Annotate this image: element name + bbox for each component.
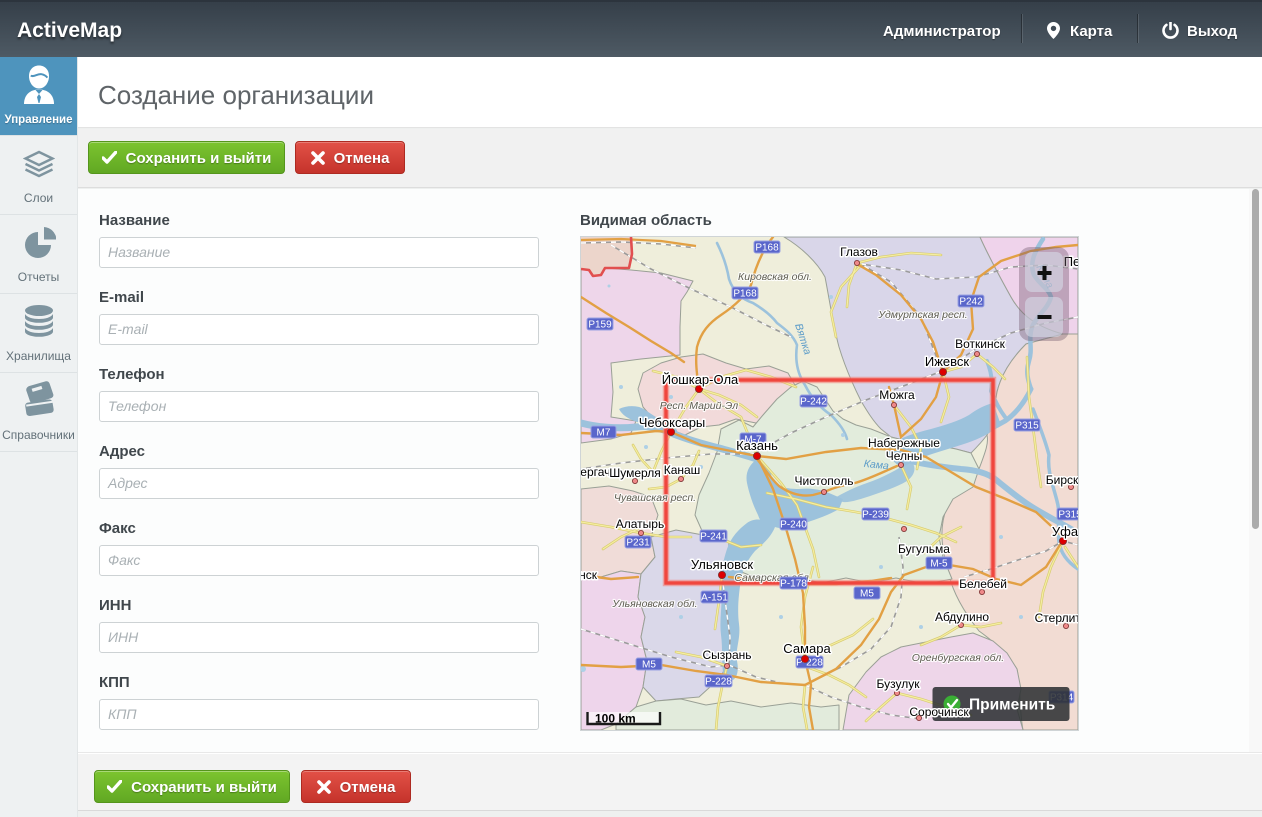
svg-text:М5: М5 xyxy=(642,660,656,671)
svg-text:Стерлита: Стерлита xyxy=(1035,611,1078,625)
svg-text:М5: М5 xyxy=(860,589,874,600)
svg-text:М7: М7 xyxy=(597,428,611,439)
svg-text:Сызрань: Сызрань xyxy=(702,648,751,662)
svg-text:Абдулино: Абдулино xyxy=(935,610,989,624)
svg-text:М-5: М-5 xyxy=(930,559,948,570)
svg-text:Чистополь: Чистополь xyxy=(795,474,854,488)
svg-text:Бузулук: Бузулук xyxy=(877,677,921,691)
svg-text:Шумерля: Шумерля xyxy=(609,466,661,480)
svg-text:Р242: Р242 xyxy=(959,297,983,308)
svg-text:Р-228: Р-228 xyxy=(705,677,732,688)
svg-text:Чувашская респ.: Чувашская респ. xyxy=(614,492,696,504)
svg-text:Р-178: Р-178 xyxy=(780,579,807,590)
svg-text:Челны: Челны xyxy=(886,449,923,463)
svg-text:Применить: Применить xyxy=(969,697,1055,714)
svg-text:нск: нск xyxy=(581,568,598,582)
svg-text:Казань: Казань xyxy=(736,438,778,453)
svg-text:Воткинск: Воткинск xyxy=(955,337,1005,351)
svg-text:Р231: Р231 xyxy=(626,538,650,549)
svg-text:Р168: Р168 xyxy=(755,243,779,254)
svg-text:Ульяновск: Ульяновск xyxy=(691,557,753,572)
svg-text:Р159: Р159 xyxy=(588,320,612,331)
svg-text:Р-228: Р-228 xyxy=(796,658,823,669)
svg-text:Сергач: Сергач xyxy=(581,465,610,479)
svg-text:Ульяновская обл.: Ульяновская обл. xyxy=(611,598,697,610)
svg-text:Р168: Р168 xyxy=(733,289,757,300)
svg-text:Оренбургская обл.: Оренбургская обл. xyxy=(912,652,1004,664)
svg-text:Р315: Р315 xyxy=(1058,510,1078,521)
svg-text:Уфа: Уфа xyxy=(1052,524,1078,539)
svg-text:Респ. Марий-Эл: Респ. Марий-Эл xyxy=(660,400,738,412)
svg-text:Р315: Р315 xyxy=(1015,421,1039,432)
svg-text:Канаш: Канаш xyxy=(664,463,701,477)
svg-text:Ижевск: Ижевск xyxy=(925,354,970,369)
svg-text:Глазов: Глазов xyxy=(840,245,878,259)
svg-text:Р-241: Р-241 xyxy=(700,532,727,543)
svg-text:Р-242: Р-242 xyxy=(800,397,827,408)
svg-text:Бугульма: Бугульма xyxy=(898,542,950,556)
svg-text:Кировская обл.: Кировская обл. xyxy=(738,271,812,283)
svg-text:Алатырь: Алатырь xyxy=(616,517,664,531)
svg-text:Белебей: Белебей xyxy=(959,577,1007,591)
svg-text:Самара: Самара xyxy=(783,641,831,656)
svg-text:100 km: 100 km xyxy=(595,712,636,726)
svg-text:Удмуртская респ.: Удмуртская респ. xyxy=(877,309,967,321)
svg-text:Р-239: Р-239 xyxy=(862,510,889,521)
svg-text:А-151: А-151 xyxy=(701,593,728,604)
svg-text:Можга: Можга xyxy=(879,388,915,402)
svg-text:Набережные: Набережные xyxy=(868,436,940,450)
svg-text:Р-240: Р-240 xyxy=(780,520,807,531)
svg-text:Бирск: Бирск xyxy=(1046,473,1078,487)
svg-text:Йошкар-Ола: Йошкар-Ола xyxy=(662,372,739,387)
svg-text:Чебоксары: Чебоксары xyxy=(639,415,706,430)
